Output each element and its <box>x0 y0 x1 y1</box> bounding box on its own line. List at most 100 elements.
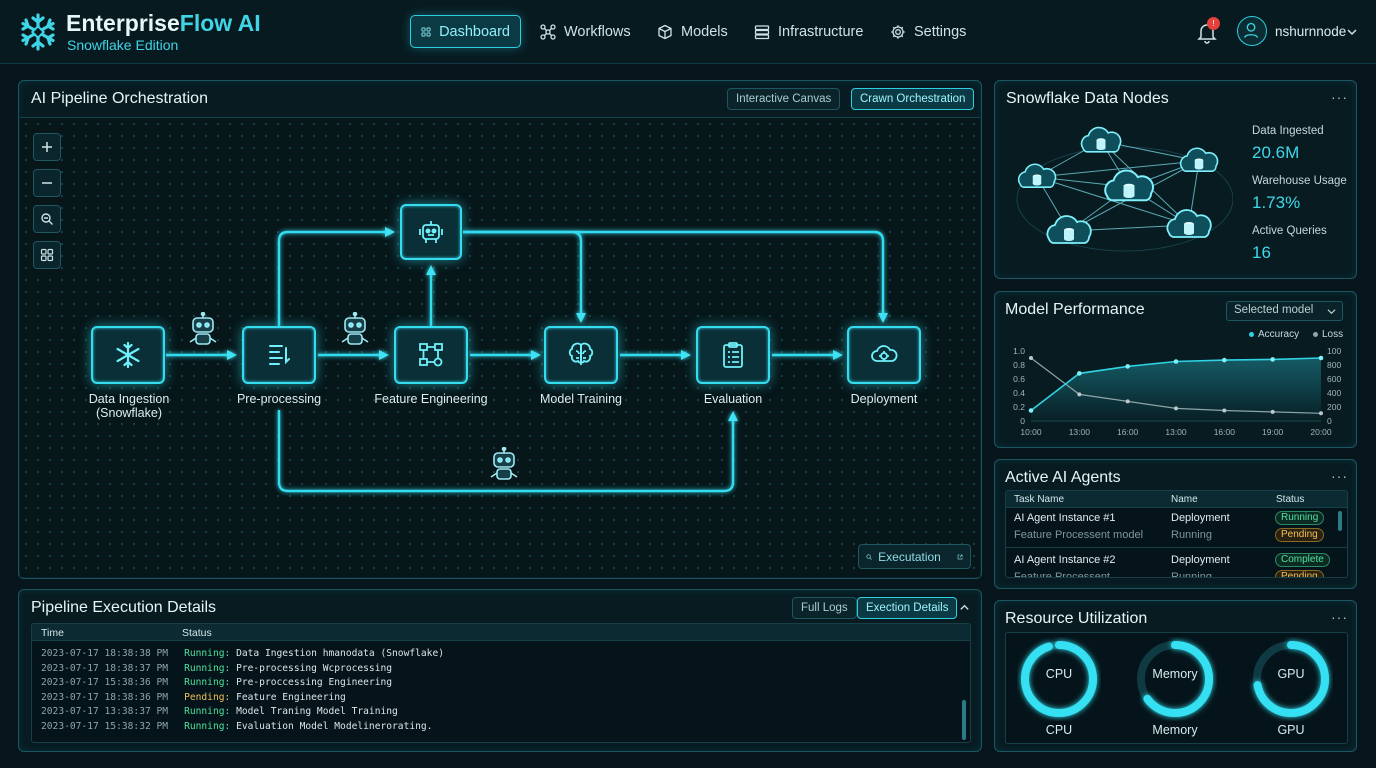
agent-task-name: Feature Processent model <box>1014 529 1144 541</box>
clipboard-icon <box>723 342 743 368</box>
log-line: 2023-07-17 18:38:37 PM Running: Pre-proce… <box>41 663 392 674</box>
database-cloud-icon <box>1080 126 1122 153</box>
user-name[interactable]: nshurnnode <box>1275 24 1346 39</box>
layout-grid-button[interactable] <box>33 241 61 269</box>
execution-button-label: Executation <box>878 549 941 564</box>
nav-workflows-label: Workflows <box>564 23 631 40</box>
loss-point <box>1029 356 1033 360</box>
nav-models[interactable]: Models <box>647 15 738 48</box>
interactive-canvas-button[interactable]: Interactive Canvas <box>727 88 841 110</box>
agents-scrollbar[interactable] <box>1338 511 1342 531</box>
accuracy-point <box>1077 371 1082 376</box>
snowflake-nodes-panel: Snowflake Data Nodes ··· Data Ingested 2… <box>994 80 1357 279</box>
agent-name: Running <box>1171 529 1212 541</box>
avatar[interactable] <box>1237 16 1267 46</box>
node-ai-agent[interactable] <box>400 204 462 260</box>
agent-status-badge: Running <box>1275 511 1325 525</box>
y-left-tick-label: 0.6 <box>1013 374 1025 384</box>
agents-col-status: Status <box>1276 494 1305 505</box>
log-status: Running: <box>184 662 231 674</box>
execution-details-button[interactable]: Exection Details <box>857 597 958 619</box>
zoom-out-button[interactable] <box>33 169 61 197</box>
x-tick-label: 16:00 <box>1117 427 1139 437</box>
node-label-model-training: Model Training <box>540 392 622 406</box>
model-select[interactable]: Selected model <box>1226 301 1343 321</box>
y-left-tick-label: 0.4 <box>1013 388 1025 398</box>
log-col-time: Time <box>41 627 64 639</box>
gauge-center-label: Memory <box>1152 667 1198 681</box>
db-bottom <box>1096 146 1106 150</box>
accuracy-point <box>1318 355 1324 361</box>
full-logs-button[interactable]: Full Logs <box>792 597 857 619</box>
x-tick-label: 13:00 <box>1165 427 1187 437</box>
resource-utilization-panel: Resource Utilization ··· CPU CPU Memory Mem… <box>994 600 1357 752</box>
log-time: 2023-07-17 18:38:36 PM <box>41 691 169 703</box>
node-label-feature-engineering: Feature Engineering <box>374 392 488 406</box>
node-label-ingestion-text: Data Ingestion (Snowflake) <box>88 392 170 420</box>
more-options-icon[interactable]: ··· <box>1331 89 1348 105</box>
accuracy-point <box>1173 359 1179 364</box>
nav-workflows[interactable]: Workflows <box>530 15 641 48</box>
legend-loss-dot <box>1313 332 1318 337</box>
stat-value-active-queries: 16 <box>1252 243 1271 262</box>
pipeline-panel: AI Pipeline Orchestration Interactive Ca… <box>18 80 982 579</box>
robot-chip-icon <box>419 221 443 243</box>
legend-accuracy-label: Accuracy <box>1258 329 1300 340</box>
node-deployment[interactable] <box>847 326 921 384</box>
grid-small-icon <box>40 248 54 262</box>
node-evaluation[interactable] <box>696 326 770 384</box>
log-message: Pre-processing Wcprocessing <box>230 662 393 674</box>
top-bar: EnterpriseFlow AI Snowflake Edition Dash… <box>0 0 1376 64</box>
log-line: 2023-07-17 13:38:37 PM Running: Model Tra… <box>41 706 398 717</box>
node-label-pre-processing: Pre-processing <box>236 392 322 406</box>
agents-col-task: Task Name <box>1014 494 1065 505</box>
log-col-status: Status <box>182 627 212 639</box>
nav-models-label: Models <box>681 23 728 40</box>
search-icon <box>866 553 872 560</box>
stat-label-warehouse-usage: Warehouse Usage <box>1252 175 1347 187</box>
y-right-tick-label: 600 <box>1327 374 1341 384</box>
x-tick-label: 10:00 <box>1020 427 1042 437</box>
chevron-up-icon[interactable] <box>959 602 970 613</box>
agent-name: Deployment <box>1171 554 1230 566</box>
chevron-down-icon[interactable] <box>1346 26 1358 38</box>
x-tick-label: 19:00 <box>1262 427 1284 437</box>
zoom-in-button[interactable] <box>33 133 61 161</box>
edge-agent-train <box>463 230 586 323</box>
active-agents-panel: Active AI Agents ··· Task Name Name Stat… <box>994 459 1357 589</box>
cube-icon <box>658 24 672 39</box>
y-left-tick-label: 1.0 <box>1013 346 1025 356</box>
legend-accuracy-dot <box>1249 332 1254 337</box>
gauge-label: GPU <box>1277 723 1305 737</box>
node-feature-engineering[interactable] <box>394 326 468 384</box>
model-performance-panel: Model Performance Selected model Accurac… <box>994 291 1357 448</box>
execution-button[interactable]: Executation <box>858 544 971 569</box>
y-right-tick-label: 100 <box>1327 346 1341 356</box>
node-model-training[interactable] <box>544 326 618 384</box>
y-left-tick-label: 0.2 <box>1013 402 1025 412</box>
zoom-fit-button[interactable] <box>33 205 61 233</box>
more-options-icon[interactable]: ··· <box>1331 609 1348 625</box>
snowflake-nodes-title: Snowflake Data Nodes <box>1006 90 1169 107</box>
crawn-orchestration-button[interactable]: Crawn Orchestration <box>851 88 975 110</box>
db-bottom <box>1194 166 1204 170</box>
robot-agent-icon <box>189 312 217 345</box>
node-label-ingestion: Data Ingestion (Snowflake) <box>79 392 179 420</box>
more-options-icon[interactable]: ··· <box>1331 468 1348 484</box>
edge-pre-agent <box>277 227 395 326</box>
execution-details-panel: Pipeline Execution Details Full Logs Exe… <box>18 589 982 752</box>
log-scrollbar[interactable] <box>962 700 966 740</box>
nav-infrastructure[interactable]: Infrastructure <box>744 15 873 48</box>
node-data-ingestion[interactable] <box>91 326 165 384</box>
accuracy-point <box>1028 408 1034 413</box>
loss-point <box>1222 408 1227 413</box>
x-tick-label: 13:00 <box>1069 427 1091 437</box>
node-pre-processing[interactable] <box>242 326 316 384</box>
pipeline-canvas[interactable]: Data Ingestion (Snowflake) Pre-processin… <box>20 117 980 577</box>
snowflake-icon <box>116 341 140 369</box>
nav-settings[interactable]: Settings <box>880 15 976 48</box>
legend-loss-label: Loss <box>1322 329 1344 340</box>
accuracy-point <box>1270 357 1275 362</box>
log-time: 2023-07-17 18:38:37 PM <box>41 662 169 674</box>
nav-dashboard[interactable]: Dashboard <box>410 15 521 48</box>
